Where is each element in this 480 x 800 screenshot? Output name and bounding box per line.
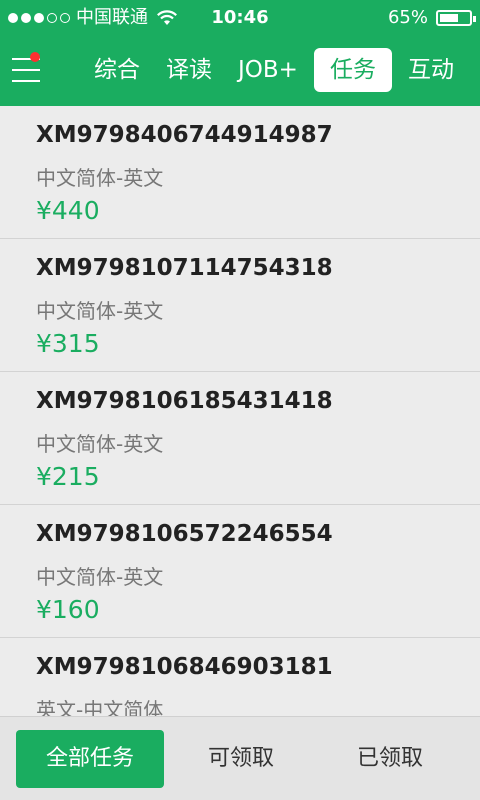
filter-all-tasks-button[interactable]: 全部任务 bbox=[16, 730, 164, 788]
task-price: ¥440 bbox=[36, 196, 100, 225]
task-id: XM9798106572246554 bbox=[36, 521, 333, 547]
task-id: XM9798106846903181 bbox=[36, 654, 333, 680]
top-tabs: 综合 译读 JOB+ 任务 互动 bbox=[84, 46, 470, 94]
tab-interaction[interactable]: 互动 bbox=[398, 48, 464, 92]
tab-comprehensive[interactable]: 综合 bbox=[84, 48, 150, 92]
battery-percent: 65% bbox=[387, 7, 428, 28]
status-bar: 中国联通 10:46 65% bbox=[0, 0, 480, 36]
task-language-pair: 中文简体-英文 bbox=[36, 565, 164, 589]
task-item[interactable]: XM9798106572246554 中文简体-英文 ¥160 bbox=[0, 505, 480, 638]
filter-available-button[interactable]: 可领取 bbox=[168, 730, 314, 788]
task-price: ¥215 bbox=[36, 462, 100, 491]
task-item[interactable]: XM9798107114754318 中文简体-英文 ¥315 bbox=[0, 239, 480, 372]
task-id: XM9798106185431418 bbox=[36, 388, 333, 414]
tab-translate-read[interactable]: 译读 bbox=[156, 48, 222, 92]
task-id: XM9798406744914987 bbox=[36, 122, 333, 148]
filter-claimed-button[interactable]: 已领取 bbox=[316, 730, 464, 788]
header: 中国联通 10:46 65% 综合 译读 JOB+ 任务 互动 bbox=[0, 0, 480, 106]
notification-dot bbox=[30, 52, 40, 62]
task-language-pair: 中文简体-英文 bbox=[36, 299, 164, 323]
task-price: ¥315 bbox=[36, 329, 100, 358]
task-id: XM9798107114754318 bbox=[36, 255, 333, 281]
tab-job-plus[interactable]: JOB+ bbox=[228, 48, 308, 92]
task-item[interactable]: XM9798106185431418 中文简体-英文 ¥215 bbox=[0, 372, 480, 505]
tab-tasks[interactable]: 任务 bbox=[313, 48, 392, 92]
task-language-pair: 中文简体-英文 bbox=[36, 166, 164, 190]
task-item[interactable]: XM9798406744914987 中文简体-英文 ¥440 bbox=[0, 106, 480, 239]
task-price: ¥160 bbox=[36, 595, 100, 624]
task-list: XM9798406744914987 中文简体-英文 ¥440 XM979810… bbox=[0, 106, 480, 771]
bottom-filter-bar: 全部任务 可领取 已领取 bbox=[0, 716, 480, 800]
task-language-pair: 中文简体-英文 bbox=[36, 432, 164, 456]
battery-icon bbox=[436, 10, 476, 26]
